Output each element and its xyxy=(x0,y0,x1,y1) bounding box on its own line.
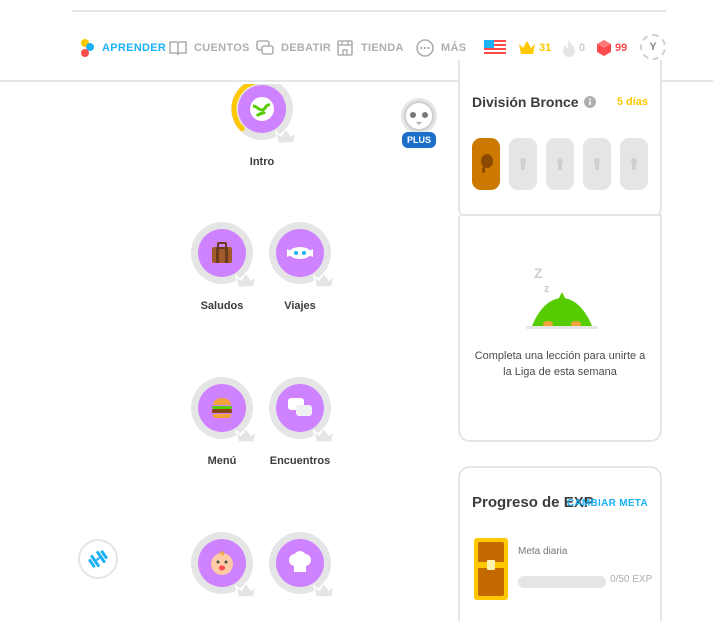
more-icon xyxy=(416,39,434,57)
nav-label: DEBATIR xyxy=(281,42,332,54)
chef-hat-icon xyxy=(276,539,324,587)
learn-icon xyxy=(81,39,94,57)
gems-counter[interactable]: 99 xyxy=(596,36,627,60)
plus-badge: PLUS xyxy=(402,132,436,148)
nav-label: TIENDA xyxy=(361,42,404,54)
lesson-label: Intro xyxy=(249,156,275,168)
locked-league-badge xyxy=(546,138,574,190)
airplane-icon xyxy=(276,229,324,277)
crown-icon xyxy=(313,427,335,443)
practice-button[interactable] xyxy=(78,539,118,579)
exp-progress-card: Progreso de EXP CAMBIAR META Meta diaria… xyxy=(458,466,662,621)
nav-label: CUENTOS xyxy=(194,42,250,54)
lesson-ring xyxy=(269,222,335,288)
top-divider xyxy=(72,10,666,12)
streak-count: 0 xyxy=(579,42,586,54)
crown-icon xyxy=(275,128,297,144)
lesson-label: Encuentros xyxy=(269,455,331,467)
nav-mas[interactable]: MÁS xyxy=(415,36,466,60)
lesson-ring xyxy=(191,377,257,443)
gem-icon xyxy=(597,40,611,56)
nav-aprender[interactable]: APRENDER xyxy=(80,36,166,60)
lesson-chef[interactable] xyxy=(252,532,348,598)
days-remaining: 5 días xyxy=(616,96,648,108)
lesson-ring xyxy=(269,532,335,598)
crown-icon xyxy=(313,272,335,288)
flame-icon xyxy=(563,40,575,57)
plus-mascot[interactable]: PLUS xyxy=(400,96,438,152)
crowns-count: 31 xyxy=(539,42,552,54)
burger-icon xyxy=(198,384,246,432)
lesson-ring xyxy=(269,377,335,443)
lock-icon xyxy=(520,158,526,170)
svg-text:Z: Z xyxy=(534,265,543,281)
lock-icon xyxy=(631,158,637,170)
join-league-message: Completa una lección para unirte a la Li… xyxy=(474,350,646,378)
sleeping-owl-icon: Z z xyxy=(526,265,598,329)
crown-icon xyxy=(313,582,335,598)
suitcase-icon xyxy=(198,229,246,277)
league-card: División Bronce 5 días xyxy=(458,60,662,220)
english-flag-icon xyxy=(484,40,506,56)
daily-goal-progress-bar xyxy=(518,576,606,588)
locked-league-badge xyxy=(583,138,611,190)
league-title-text: División Bronce xyxy=(472,94,579,110)
league-title: División Bronce xyxy=(472,94,596,110)
change-goal-button[interactable]: CAMBIAR META xyxy=(567,498,648,509)
lesson-intro[interactable]: Intro xyxy=(214,84,310,168)
locked-league-badge xyxy=(620,138,648,190)
course-path: PLUS Intro Saludos Viajes Menú Encuentro… xyxy=(0,84,458,621)
crowns-counter[interactable]: 31 xyxy=(518,36,551,60)
gems-count: 99 xyxy=(615,42,628,54)
discuss-icon xyxy=(256,40,274,55)
dumbbell-icon xyxy=(88,550,108,568)
shop-icon xyxy=(337,40,353,56)
league-join-card: Z z Completa una lección para unirte a l… xyxy=(458,216,662,442)
intro-icon xyxy=(238,85,286,133)
language-selector[interactable] xyxy=(484,36,506,60)
lock-icon xyxy=(594,158,600,170)
daily-goal-progress-text: 0/50 EXP xyxy=(610,574,653,585)
nav-cuentos[interactable]: CUENTOS xyxy=(168,36,250,60)
book-icon xyxy=(169,41,187,56)
lesson-label: Viajes xyxy=(284,300,316,312)
crown-icon xyxy=(519,41,535,54)
daily-goal-label: Meta diaria xyxy=(518,546,568,557)
treasure-chest-icon xyxy=(474,538,508,600)
lesson-ring xyxy=(191,532,257,598)
svg-text:z: z xyxy=(544,283,550,295)
league-badges xyxy=(472,138,648,190)
avatar-initial: Y xyxy=(649,41,657,53)
nav-label: MÁS xyxy=(441,42,467,54)
drumstick-icon xyxy=(481,154,493,173)
bronze-league-badge xyxy=(472,138,500,190)
nav-debatir[interactable]: DEBATIR xyxy=(255,36,331,60)
lesson-ring xyxy=(191,222,257,288)
locked-league-badge xyxy=(509,138,537,190)
lesson-ring xyxy=(231,84,297,144)
avatar[interactable]: Y xyxy=(640,34,666,60)
nav-tienda[interactable]: TIENDA xyxy=(335,36,404,60)
chat-bubbles-icon xyxy=(276,384,324,432)
baby-icon xyxy=(198,539,246,587)
nav-label: APRENDER xyxy=(102,42,167,54)
lesson-viajes[interactable]: Viajes xyxy=(252,222,348,312)
info-icon[interactable] xyxy=(583,96,596,108)
lesson-encuentros[interactable]: Encuentros xyxy=(252,377,348,467)
lock-icon xyxy=(557,158,563,170)
streak-counter[interactable]: 0 xyxy=(562,36,585,60)
